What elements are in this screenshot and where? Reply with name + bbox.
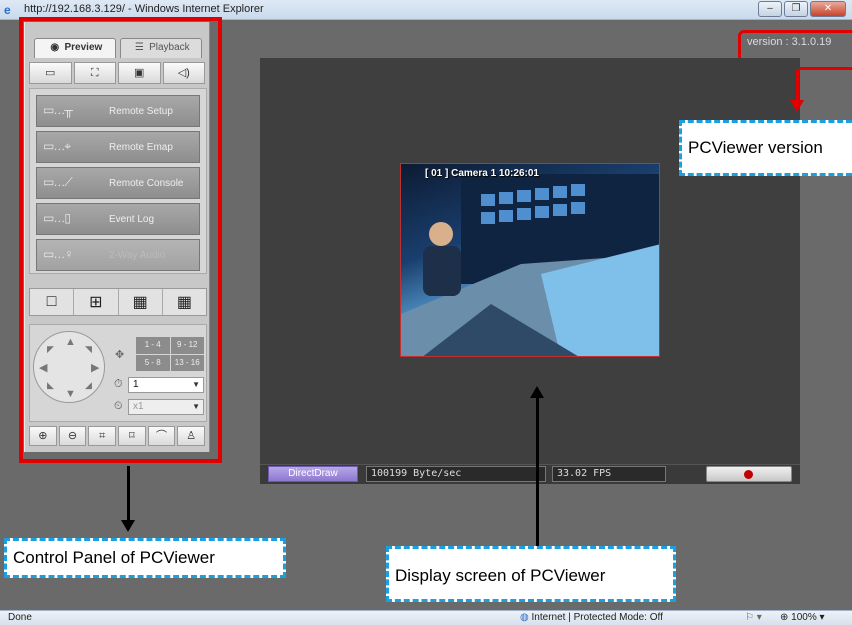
version-arrow-line <box>796 70 799 100</box>
display-arrow-line <box>536 398 539 546</box>
minimize-button[interactable]: – <box>758 1 782 17</box>
security-zone[interactable]: ◍ Internet | Protected Mode: Off <box>520 612 663 623</box>
camera-label: [ 01 ] Camera 1 10:26:01 <box>425 168 539 179</box>
display-arrow-head <box>530 386 544 398</box>
bitrate-readout: 100199 Byte/sec <box>366 466 546 482</box>
fps-readout: 33.02 FPS <box>552 466 666 482</box>
maximize-button[interactable]: ❐ <box>784 1 808 17</box>
control-panel-arrow-line <box>127 466 130 522</box>
status-text: Done <box>8 612 32 623</box>
record-dot-icon <box>744 470 753 479</box>
directdraw-button[interactable]: DirectDraw <box>268 466 358 482</box>
control-panel-callout: Control Panel of PCViewer <box>4 538 286 578</box>
record-button[interactable] <box>706 466 792 482</box>
chevron-down-icon: ▾ <box>819 612 825 623</box>
browser-status-bar: Done ◍ Internet | Protected Mode: Off ⚐ … <box>0 610 852 625</box>
zoom-icon: ⊕ <box>780 612 789 623</box>
display-callout: Display screen of PCViewer <box>386 546 676 602</box>
control-panel-arrow-head <box>121 520 135 532</box>
version-arrow-head <box>790 100 804 112</box>
window-controls: – ❐ ✕ <box>758 1 846 17</box>
zoom-control[interactable]: ⊕ 100% ▾ <box>780 612 825 623</box>
ie-logo-icon: e <box>4 3 11 17</box>
window-title: http://192.168.3.129/ - Windows Internet… <box>24 3 264 15</box>
globe-icon: ◍ <box>520 612 529 623</box>
control-panel-highlight <box>19 17 222 463</box>
camera-view[interactable]: [ 01 ] Camera 1 10:26:01 <box>400 163 660 357</box>
camera-scene-image <box>401 174 659 356</box>
version-callout: PCViewer version <box>679 120 852 176</box>
close-button[interactable]: ✕ <box>810 1 846 17</box>
protected-mode-icon[interactable]: ⚐ ▾ <box>745 612 762 623</box>
security-zone-label: Internet | Protected Mode: Off <box>531 612 663 623</box>
zoom-level: 100% <box>791 612 817 623</box>
